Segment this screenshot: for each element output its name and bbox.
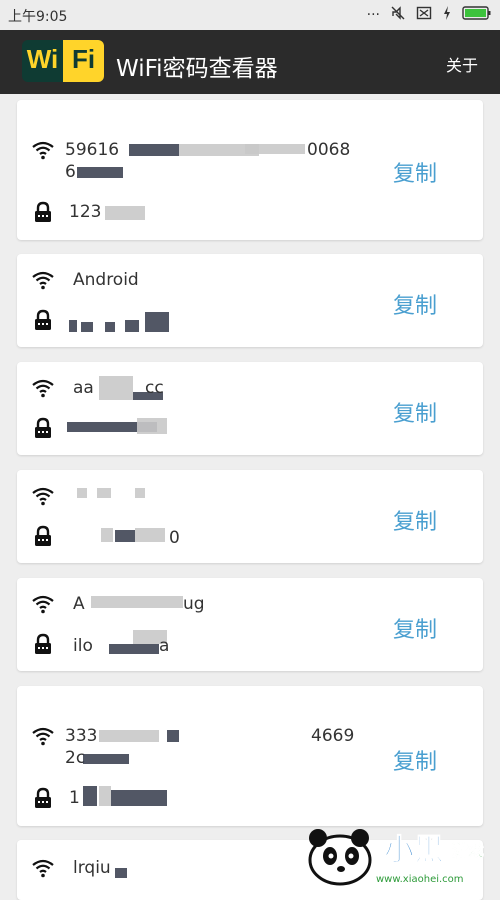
wifi-password: 0 (169, 528, 180, 548)
more-dots-icon: ··· (366, 7, 380, 23)
lock-icon (35, 417, 51, 438)
wifi-password: ilo (73, 636, 93, 656)
wifi-card: Android 复制 (17, 254, 483, 347)
wifi-ssid-tail: ug (183, 594, 205, 614)
about-button[interactable]: 关于 (446, 52, 478, 76)
copy-button[interactable]: 复制 (393, 396, 437, 428)
copy-button[interactable]: 复制 (393, 504, 437, 536)
lock-icon (35, 525, 51, 546)
wifi-password: 123 (69, 202, 102, 222)
status-bar: 上午9:05 ··· (0, 0, 500, 30)
wifi-icon (32, 859, 54, 878)
wifi-card: 333 4669 2c 1 复制 (17, 686, 483, 826)
wifi-icon (32, 727, 54, 746)
copy-button[interactable]: 复制 (393, 156, 437, 188)
wifi-card: A ug ilo a 复制 (17, 578, 483, 671)
wifi-card: aa cc 复制 (17, 362, 483, 455)
wifi-ssid-tail: 4669 (311, 726, 355, 746)
site-watermark: 小黑 游戏 www.xiaohei.com (308, 829, 484, 886)
status-icons: ··· (367, 6, 492, 24)
wifi-icon (32, 271, 54, 290)
wifi-ssid: 59616 (65, 140, 120, 160)
logo-wi-text: Wi (26, 44, 59, 74)
copy-button[interactable]: 复制 (393, 744, 437, 776)
wifi-password: 1 (69, 788, 80, 808)
wifi-ssid: Android (73, 270, 139, 290)
wifi-card: 0 复制 (17, 470, 483, 563)
status-time: 上午9:05 (8, 9, 68, 25)
app-logo: Wi Fi (22, 40, 104, 82)
silent-icon (390, 5, 406, 25)
wifi-icon (32, 595, 54, 614)
sim-icon (416, 5, 432, 25)
copy-button[interactable]: 复制 (393, 288, 437, 320)
wifi-card: 59616 0068 6 123 复制 (17, 100, 483, 240)
lock-icon (35, 633, 51, 654)
panda-icon (308, 829, 372, 886)
wifi-ssid: A (73, 594, 85, 614)
svg-text:小黑: 小黑 (384, 833, 444, 868)
wifi-icon (32, 379, 54, 398)
charging-icon (442, 5, 452, 25)
svg-text:www.xiaohei.com: www.xiaohei.com (376, 874, 464, 885)
battery-icon (462, 5, 492, 25)
logo-fi-text: Fi (71, 44, 96, 74)
svg-text:游戏: 游戏 (452, 841, 484, 860)
copy-button[interactable]: 复制 (393, 612, 437, 644)
wifi-ssid: lrqiu (73, 858, 111, 878)
wifi-ssid: 333 (65, 726, 98, 746)
lock-icon (35, 787, 51, 808)
wifi-icon (32, 487, 54, 506)
wifi-ssid-tail: 0068 (307, 140, 351, 160)
wifi-ssid-tail: cc (145, 378, 164, 398)
wifi-ssid: aa (73, 378, 94, 398)
lock-icon (35, 309, 51, 330)
wifi-password-tail: a (159, 636, 170, 656)
wifi-icon (32, 141, 54, 160)
wifi-ssid-line2: 6 (65, 162, 76, 182)
lock-icon (35, 201, 51, 222)
app-title: WiFi密码查看器 (116, 56, 278, 82)
